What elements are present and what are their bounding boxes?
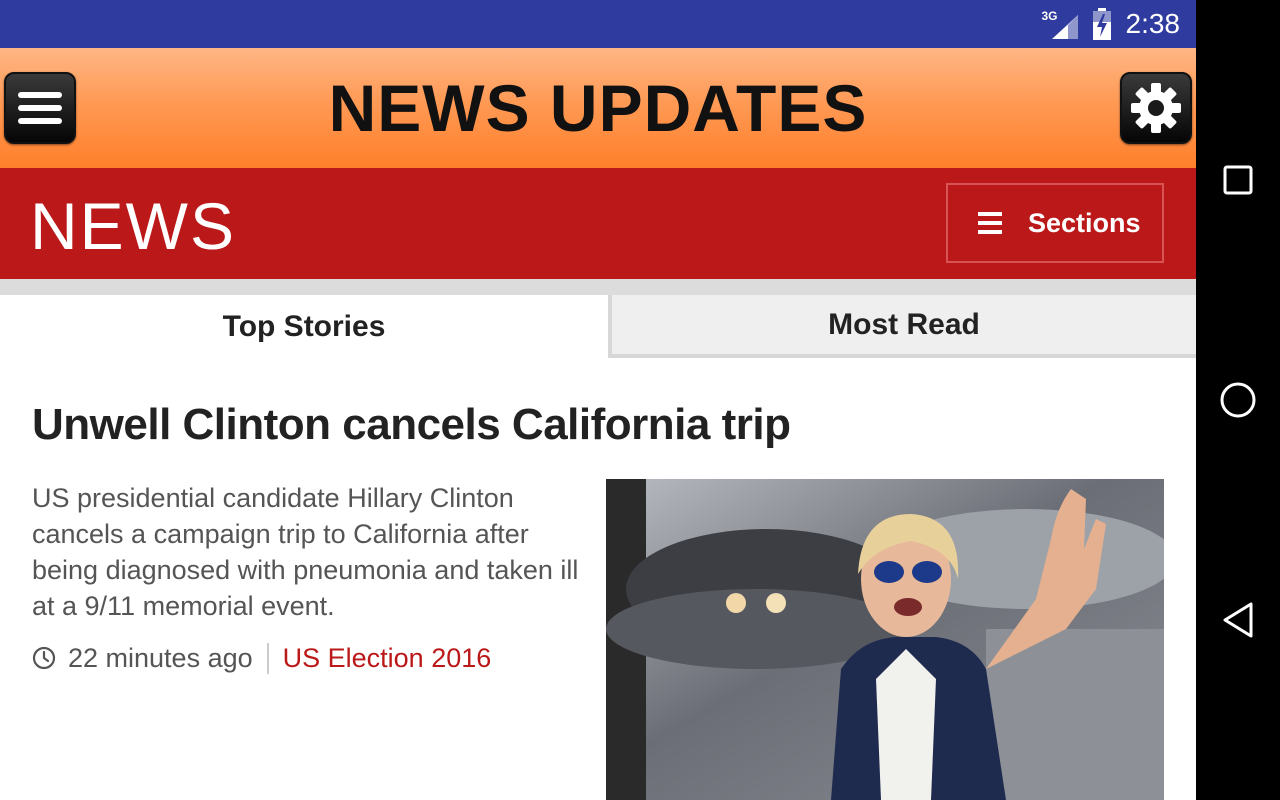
article-timestamp: 22 minutes ago (68, 642, 269, 674)
article-meta: 22 minutes ago US Election 2016 (32, 640, 491, 676)
tab-most-read[interactable]: Most Read (608, 295, 1196, 358)
news-bar: NEWS Sections (0, 168, 1196, 279)
status-bar: 3G 2:38 (0, 0, 1196, 48)
network-signal-icon: 3G (1042, 9, 1078, 39)
system-nav-bar (1196, 0, 1280, 800)
clock: 2:38 (1125, 8, 1181, 39)
sections-label: Sections (1028, 207, 1141, 238)
article-section-link[interactable]: US Election 2016 (283, 643, 492, 674)
article-photo-illustration (606, 479, 1164, 800)
tab-top-stories[interactable]: Top Stories (0, 295, 608, 358)
article-headline[interactable]: Unwell Clinton cancels California trip (32, 400, 791, 450)
list-menu-icon (978, 212, 1002, 234)
news-logo: NEWS (30, 189, 236, 263)
app-title: NEWS UPDATES (328, 71, 868, 145)
back-button[interactable] (1216, 598, 1260, 642)
square-icon (1223, 165, 1253, 195)
status-icons: 3G 2:38 (1042, 0, 1181, 48)
hamburger-menu-icon (18, 92, 62, 124)
tab-bar: Top Stories Most Read (0, 295, 1196, 358)
menu-button[interactable] (4, 72, 76, 144)
article-list: Unwell Clinton cancels California trip U… (0, 358, 1196, 800)
article-summary[interactable]: US presidential candidate Hillary Clinto… (32, 480, 598, 624)
article-photo[interactable] (606, 479, 1164, 800)
back-triangle-icon (1223, 602, 1253, 638)
clock-icon (32, 646, 56, 670)
recent-apps-button[interactable] (1216, 158, 1260, 202)
circle-icon (1220, 382, 1256, 418)
sections-button[interactable]: Sections (946, 183, 1164, 263)
settings-button[interactable] (1120, 72, 1192, 144)
gear-icon (1131, 83, 1181, 133)
app-header: NEWS UPDATES (0, 48, 1196, 168)
battery-icon (1092, 8, 1111, 40)
divider (0, 279, 1196, 295)
home-button[interactable] (1216, 378, 1260, 422)
